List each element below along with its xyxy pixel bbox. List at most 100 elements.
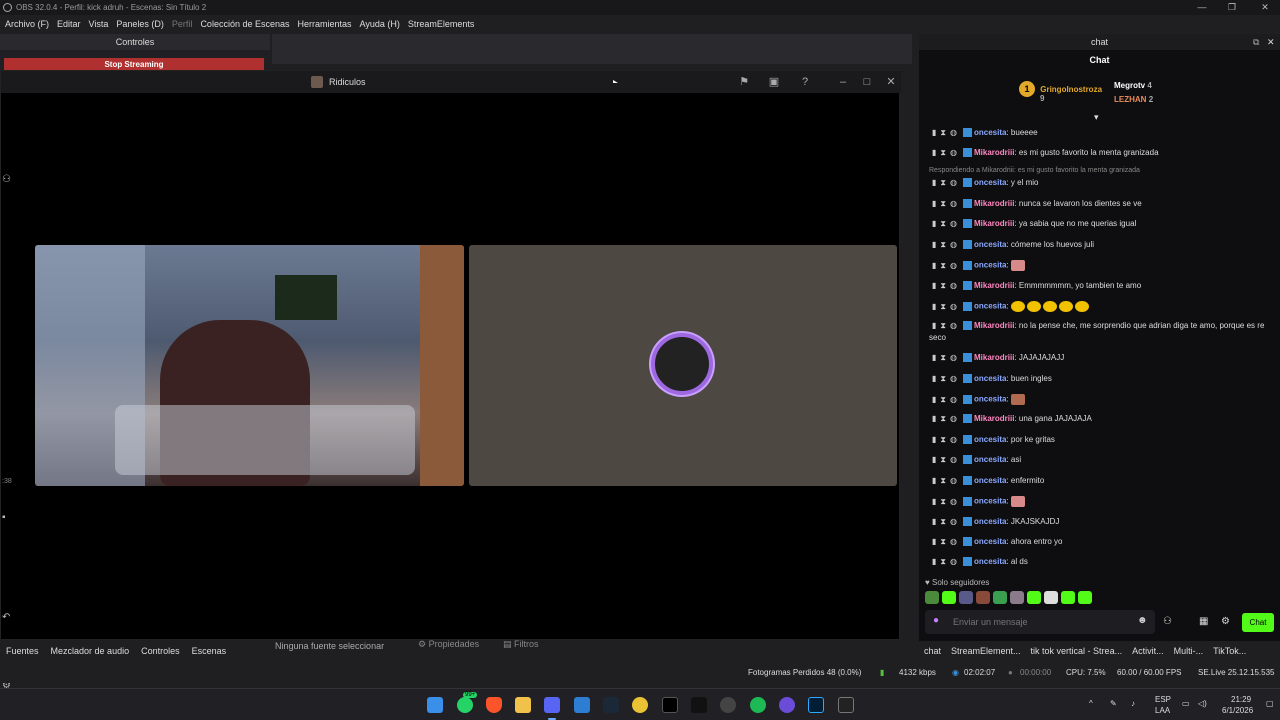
message-action-icons[interactable]: ▮⧗◍ [932, 261, 961, 270]
gift-icon[interactable]: ▦ [1199, 616, 1208, 627]
chat-username[interactable]: Mikarodriii [974, 219, 1014, 228]
tab-fuentes[interactable]: Fuentes [0, 646, 45, 656]
mic-tray-icon[interactable]: ♪ [1131, 699, 1135, 708]
chat-username[interactable]: Mikarodriii [974, 353, 1014, 362]
tab-activity[interactable]: Activit... [1127, 646, 1169, 656]
message-action-icons[interactable]: ▮⧗◍ [932, 435, 961, 444]
avatar-video-tile[interactable] [469, 245, 897, 486]
chat-username[interactable]: oncesita [974, 261, 1006, 270]
webcam-video-tile[interactable] [35, 245, 464, 486]
chat-message[interactable]: ▮⧗◍ oncesita: por ke gritas [932, 435, 1055, 445]
chat-username[interactable]: oncesita [974, 374, 1006, 383]
users-icon[interactable]: ⚇ [1163, 616, 1172, 627]
chat-message[interactable]: ▮⧗◍ oncesita: ahora entro yo [932, 537, 1063, 547]
chat-message[interactable]: ▮⧗◍ oncesita: al ds [932, 557, 1028, 567]
spotify-icon[interactable] [750, 697, 766, 713]
emote-icon[interactable] [959, 591, 973, 604]
chat-username[interactable]: oncesita [974, 537, 1006, 546]
message-action-icons[interactable]: ▮⧗◍ [932, 240, 961, 249]
chat-username[interactable]: oncesita [974, 435, 1006, 444]
chat-message[interactable]: ▮⧗◍ oncesita: [932, 260, 1025, 271]
chat-message[interactable]: ▮⧗◍ oncesita: bueeee [932, 128, 1038, 138]
photos-icon[interactable] [574, 697, 590, 713]
chat-username[interactable]: oncesita [974, 128, 1006, 137]
message-action-icons[interactable]: ▮⧗◍ [932, 128, 961, 137]
microphone-icon[interactable]: ● [933, 615, 943, 629]
float-icon[interactable]: ⧉ [1253, 34, 1259, 50]
menu-ayuda[interactable]: Ayuda (H) [360, 19, 400, 29]
chat-message[interactable]: ▮⧗◍ oncesita: [932, 301, 1089, 312]
menu-vista[interactable]: Vista [89, 19, 109, 29]
chat-username[interactable]: oncesita [974, 302, 1006, 311]
close-icon[interactable]: ✕ [1250, 0, 1280, 15]
tab-tiktok-vertical[interactable]: tik tok vertical - Strea... [1026, 646, 1128, 656]
discord-maximize-icon[interactable]: □ [860, 75, 874, 89]
popout-icon[interactable]: ▣ [767, 75, 781, 89]
tab-streamelements[interactable]: StreamElement... [946, 646, 1026, 656]
volume-icon[interactable]: ◁) [1198, 699, 1207, 708]
tab-chat[interactable]: chat [919, 646, 946, 656]
network-icon[interactable]: ▭ [1182, 699, 1190, 708]
menu-archivo[interactable]: Archivo (F) [5, 19, 49, 29]
clock-date[interactable]: 6/1/2026 [1222, 706, 1253, 715]
message-action-icons[interactable]: ▮⧗◍ [932, 353, 961, 362]
message-action-icons[interactable]: ▮⧗◍ [932, 302, 961, 311]
discord-icon[interactable] [544, 697, 560, 713]
message-action-icons[interactable]: ▮⧗◍ [932, 476, 961, 485]
message-action-icons[interactable]: ▮⧗◍ [932, 148, 961, 157]
chat-username[interactable]: oncesita [974, 455, 1006, 464]
flag-icon[interactable]: ⚑ [737, 75, 751, 89]
emote-icon[interactable] [1044, 591, 1058, 604]
emote-icon[interactable] [1027, 591, 1041, 604]
chat-message[interactable]: ▮⧗◍ oncesita: asi [932, 455, 1021, 465]
chat-username[interactable]: oncesita [974, 497, 1006, 506]
app-icon[interactable] [779, 697, 795, 713]
minimize-icon[interactable]: — [1187, 0, 1217, 15]
menu-coleccion-escenas[interactable]: Colección de Escenas [200, 19, 289, 29]
filters-button[interactable]: ▤ Filtros [503, 639, 539, 650]
add-user-icon[interactable]: ⚇ [2, 174, 14, 186]
chat-send-button[interactable]: Chat [1242, 613, 1274, 632]
notification-icon[interactable]: ▢ [1266, 699, 1274, 708]
chat-username[interactable]: oncesita [974, 178, 1006, 187]
emote-icon[interactable] [1078, 591, 1092, 604]
emote-icon[interactable] [976, 591, 990, 604]
chat-username[interactable]: Mikarodriii [974, 281, 1014, 290]
menu-editar[interactable]: Editar [57, 19, 81, 29]
chat-username[interactable]: Mikarodriii [974, 199, 1014, 208]
language-layout[interactable]: LAA [1155, 706, 1170, 715]
pen-icon[interactable]: ✎ [1110, 699, 1117, 708]
message-action-icons[interactable]: ▮⧗◍ [932, 219, 961, 228]
chat-message[interactable]: ▮⧗◍ Mikarodriii: una gana JAJAJAJA [932, 414, 1092, 424]
message-action-icons[interactable]: ▮⧗◍ [932, 321, 961, 330]
chat-message-input[interactable] [953, 615, 1133, 629]
tab-mezclador[interactable]: Mezclador de audio [45, 646, 136, 656]
menu-perfil[interactable]: Perfil [172, 19, 193, 29]
photoshop-icon[interactable] [808, 697, 824, 713]
discord-close-icon[interactable]: ✕ [884, 75, 898, 89]
obs-icon[interactable] [720, 697, 736, 713]
chat-message[interactable]: ▮⧗◍ Mikarodriii: JAJAJAJAJJ [932, 353, 1064, 363]
chat-message[interactable]: ▮⧗◍ Mikarodriii: no la pense che, me sorp… [932, 321, 1264, 331]
chat-message[interactable]: ▮⧗◍ oncesita: [932, 394, 1025, 405]
emote-icon[interactable] [925, 591, 939, 604]
emote-icon[interactable] [1010, 591, 1024, 604]
message-action-icons[interactable]: ▮⧗◍ [932, 557, 961, 566]
chat-username[interactable]: Mikarodriii [974, 148, 1014, 157]
emote-icon[interactable] [1061, 591, 1075, 604]
clock-time[interactable]: 21:29 [1231, 695, 1251, 704]
chat-username[interactable]: oncesita [974, 476, 1006, 485]
emote-icon[interactable] [993, 591, 1007, 604]
tab-multi[interactable]: Multi-... [1169, 646, 1209, 656]
help-icon[interactable]: ? [798, 75, 812, 89]
chat-message[interactable]: ▮⧗◍ oncesita: buen ingles [932, 374, 1052, 384]
menu-paneles[interactable]: Paneles (D) [116, 19, 164, 29]
camera-icon[interactable]: ▪ [2, 512, 14, 524]
brave-icon[interactable] [486, 697, 502, 713]
folder-icon[interactable] [515, 697, 531, 713]
chat-message[interactable]: ▮⧗◍ oncesita: [932, 496, 1025, 507]
properties-button[interactable]: ⚙ Propiedades [418, 639, 479, 650]
message-action-icons[interactable]: ▮⧗◍ [932, 414, 961, 423]
emoji-icon[interactable]: ☻ [1137, 615, 1148, 626]
message-action-icons[interactable]: ▮⧗◍ [932, 455, 961, 464]
